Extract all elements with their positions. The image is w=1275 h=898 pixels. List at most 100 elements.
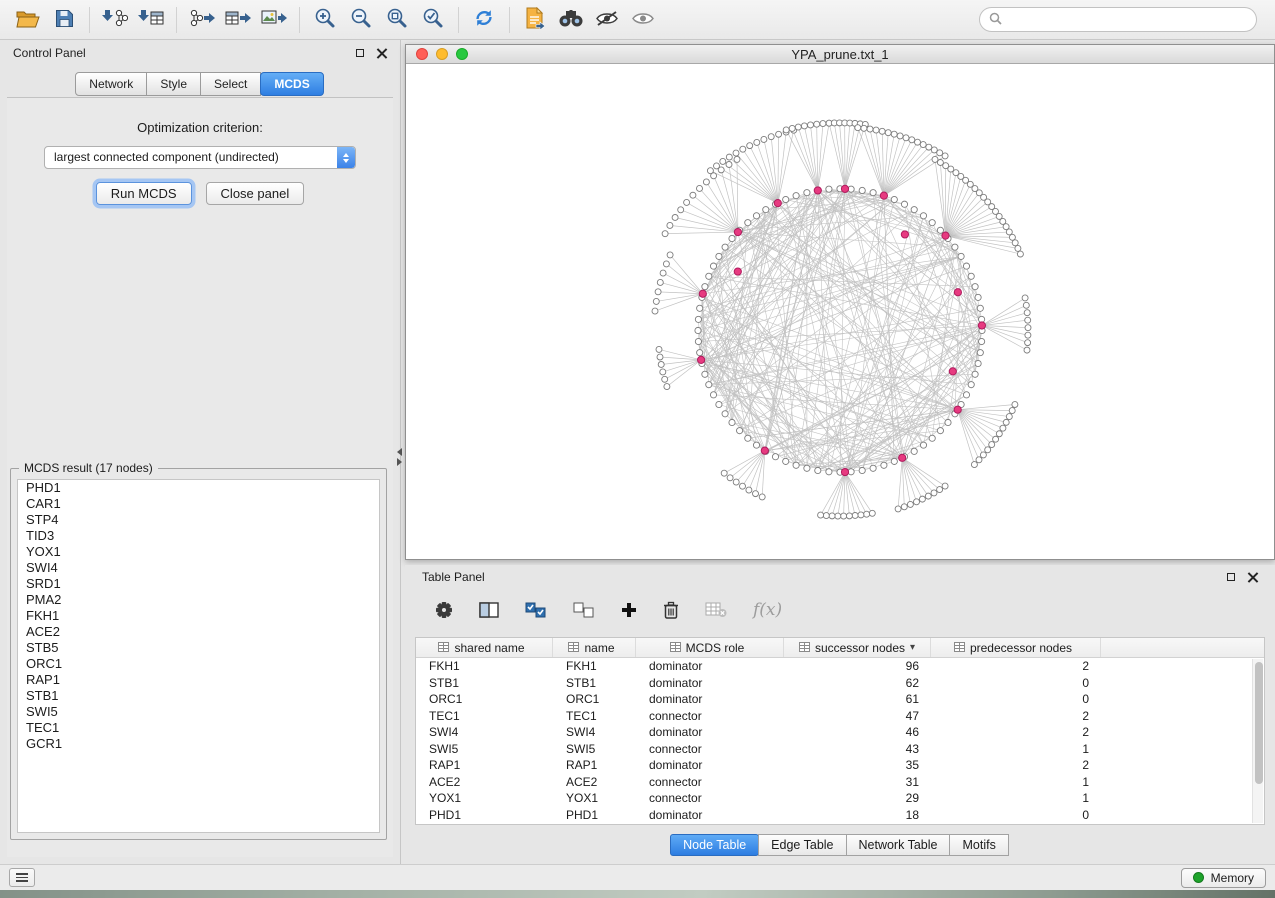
mcds-result-item[interactable]: FKH1 xyxy=(18,608,379,624)
mcds-result-item[interactable]: ACE2 xyxy=(18,624,379,640)
search-network-button[interactable] xyxy=(553,4,589,36)
zoom-in-button[interactable] xyxy=(307,4,343,36)
export-image-button[interactable] xyxy=(256,4,292,36)
select-all-rows-icon[interactable] xyxy=(525,602,547,618)
window-close-button[interactable] xyxy=(416,48,428,60)
cell-successor-nodes: 43 xyxy=(784,741,931,758)
float-table-panel-button[interactable] xyxy=(1227,573,1235,581)
table-row[interactable]: SWI5 SWI5 connector 43 1 xyxy=(416,741,1264,758)
table-tab[interactable]: Motifs xyxy=(949,834,1008,856)
table-row[interactable]: TEC1 TEC1 connector 47 2 xyxy=(416,708,1264,725)
control-panel-tab[interactable]: Network xyxy=(75,72,147,96)
table-row[interactable]: RAP1 RAP1 dominator 35 2 xyxy=(416,757,1264,774)
table-tab[interactable]: Network Table xyxy=(846,834,951,856)
export-document-button[interactable] xyxy=(517,4,553,36)
status-bar: Memory xyxy=(0,864,1275,890)
export-table-button[interactable] xyxy=(220,4,256,36)
show-columns-icon[interactable] xyxy=(479,602,499,618)
mcds-result-item[interactable]: PHD1 xyxy=(18,480,379,496)
cell-predecessor-nodes: 0 xyxy=(931,807,1101,824)
table-column-header[interactable]: successor nodes ▾ xyxy=(784,638,931,657)
table-column-header[interactable]: shared name xyxy=(416,638,553,657)
table-column-header[interactable]: predecessor nodes xyxy=(931,638,1101,657)
cell-predecessor-nodes: 0 xyxy=(931,691,1101,708)
search-input[interactable] xyxy=(1008,13,1247,27)
mcds-result-item[interactable]: STB5 xyxy=(18,640,379,656)
task-history-button[interactable] xyxy=(9,868,35,887)
mcds-result-item[interactable]: STP4 xyxy=(18,512,379,528)
float-panel-button[interactable] xyxy=(356,49,364,57)
zoom-selected-icon xyxy=(422,7,444,32)
cell-predecessor-nodes: 2 xyxy=(931,724,1101,741)
run-mcds-button[interactable]: Run MCDS xyxy=(96,182,192,205)
table-settings-gear-icon[interactable] xyxy=(435,601,453,619)
memory-button[interactable]: Memory xyxy=(1181,868,1266,888)
criterion-dropdown[interactable]: largest connected component (undirected) xyxy=(44,146,356,169)
table-row[interactable]: ACE2 ACE2 connector 31 1 xyxy=(416,774,1264,791)
mcds-result-item[interactable]: SWI5 xyxy=(18,704,379,720)
export-document-icon xyxy=(525,7,545,32)
table-row[interactable]: FKH1 FKH1 dominator 96 2 xyxy=(416,658,1264,675)
mcds-result-item[interactable]: PMA2 xyxy=(18,592,379,608)
add-column-icon[interactable] xyxy=(621,602,637,618)
table-row[interactable]: YOX1 YOX1 connector 29 1 xyxy=(416,790,1264,807)
mcds-result-item[interactable]: STB1 xyxy=(18,688,379,704)
function-builder-icon[interactable]: f(x) xyxy=(753,600,782,620)
deselect-all-rows-icon[interactable] xyxy=(573,602,595,618)
delete-table-icon[interactable] xyxy=(705,602,727,618)
splitter-grip-icon[interactable] xyxy=(397,448,402,466)
zoom-fit-icon xyxy=(386,7,408,32)
table-scrollbar[interactable] xyxy=(1252,659,1263,823)
scrollbar-thumb[interactable] xyxy=(1255,662,1263,784)
cell-mcds-role: dominator xyxy=(636,675,784,692)
network-canvas[interactable] xyxy=(406,64,1274,559)
mcds-result-item[interactable]: GCR1 xyxy=(18,736,379,752)
mcds-result-item[interactable]: YOX1 xyxy=(18,544,379,560)
hide-graphics-details-button[interactable] xyxy=(589,4,625,36)
open-session-icon xyxy=(16,9,40,31)
search-icon xyxy=(989,12,1002,28)
table-row[interactable]: ORC1 ORC1 dominator 61 0 xyxy=(416,691,1264,708)
open-session-button[interactable] xyxy=(10,4,46,36)
cell-name: STB1 xyxy=(553,675,636,692)
import-network-file-button[interactable] xyxy=(97,4,133,36)
close-panel-button[interactable] xyxy=(376,48,387,59)
control-panel-tab[interactable]: Select xyxy=(200,72,261,96)
close-panel-action-button[interactable]: Close panel xyxy=(206,182,305,205)
mcds-result-item[interactable]: SRD1 xyxy=(18,576,379,592)
window-minimize-button[interactable] xyxy=(436,48,448,60)
export-network-button[interactable] xyxy=(184,4,220,36)
zoom-fit-button[interactable] xyxy=(379,4,415,36)
bird-eye-view-button[interactable] xyxy=(625,4,661,36)
vertical-splitter[interactable] xyxy=(398,40,405,864)
mcds-result-item[interactable]: CAR1 xyxy=(18,496,379,512)
table-column-header[interactable]: name xyxy=(553,638,636,657)
zoom-selected-button[interactable] xyxy=(415,4,451,36)
import-table-file-button[interactable] xyxy=(133,4,169,36)
table-column-header[interactable]: MCDS role xyxy=(636,638,784,657)
refresh-view-button[interactable] xyxy=(466,4,502,36)
table-row[interactable]: STB1 STB1 dominator 62 0 xyxy=(416,675,1264,692)
control-panel-tab[interactable]: MCDS xyxy=(260,72,323,96)
table-tab[interactable]: Edge Table xyxy=(758,834,846,856)
control-panel-tab[interactable]: Style xyxy=(146,72,201,96)
cell-predecessor-nodes: 0 xyxy=(931,675,1101,692)
mcds-result-item[interactable]: ORC1 xyxy=(18,656,379,672)
mcds-result-item[interactable]: TEC1 xyxy=(18,720,379,736)
window-zoom-button[interactable] xyxy=(456,48,468,60)
table-row[interactable]: SWI4 SWI4 dominator 46 2 xyxy=(416,724,1264,741)
cell-successor-nodes: 62 xyxy=(784,675,931,692)
mcds-result-item[interactable]: TID3 xyxy=(18,528,379,544)
delete-columns-icon[interactable] xyxy=(663,601,679,619)
search-binoculars-icon xyxy=(558,9,584,31)
zoom-out-button[interactable] xyxy=(343,4,379,36)
cell-shared-name: RAP1 xyxy=(416,757,553,774)
mcds-result-item[interactable]: SWI4 xyxy=(18,560,379,576)
table-row[interactable]: PHD1 PHD1 dominator 18 0 xyxy=(416,807,1264,824)
close-table-panel-button[interactable] xyxy=(1247,572,1258,583)
mcds-result-item[interactable]: RAP1 xyxy=(18,672,379,688)
table-tab[interactable]: Node Table xyxy=(670,834,759,856)
cell-shared-name: SWI5 xyxy=(416,741,553,758)
cell-name: SWI4 xyxy=(553,724,636,741)
save-session-button[interactable] xyxy=(46,4,82,36)
